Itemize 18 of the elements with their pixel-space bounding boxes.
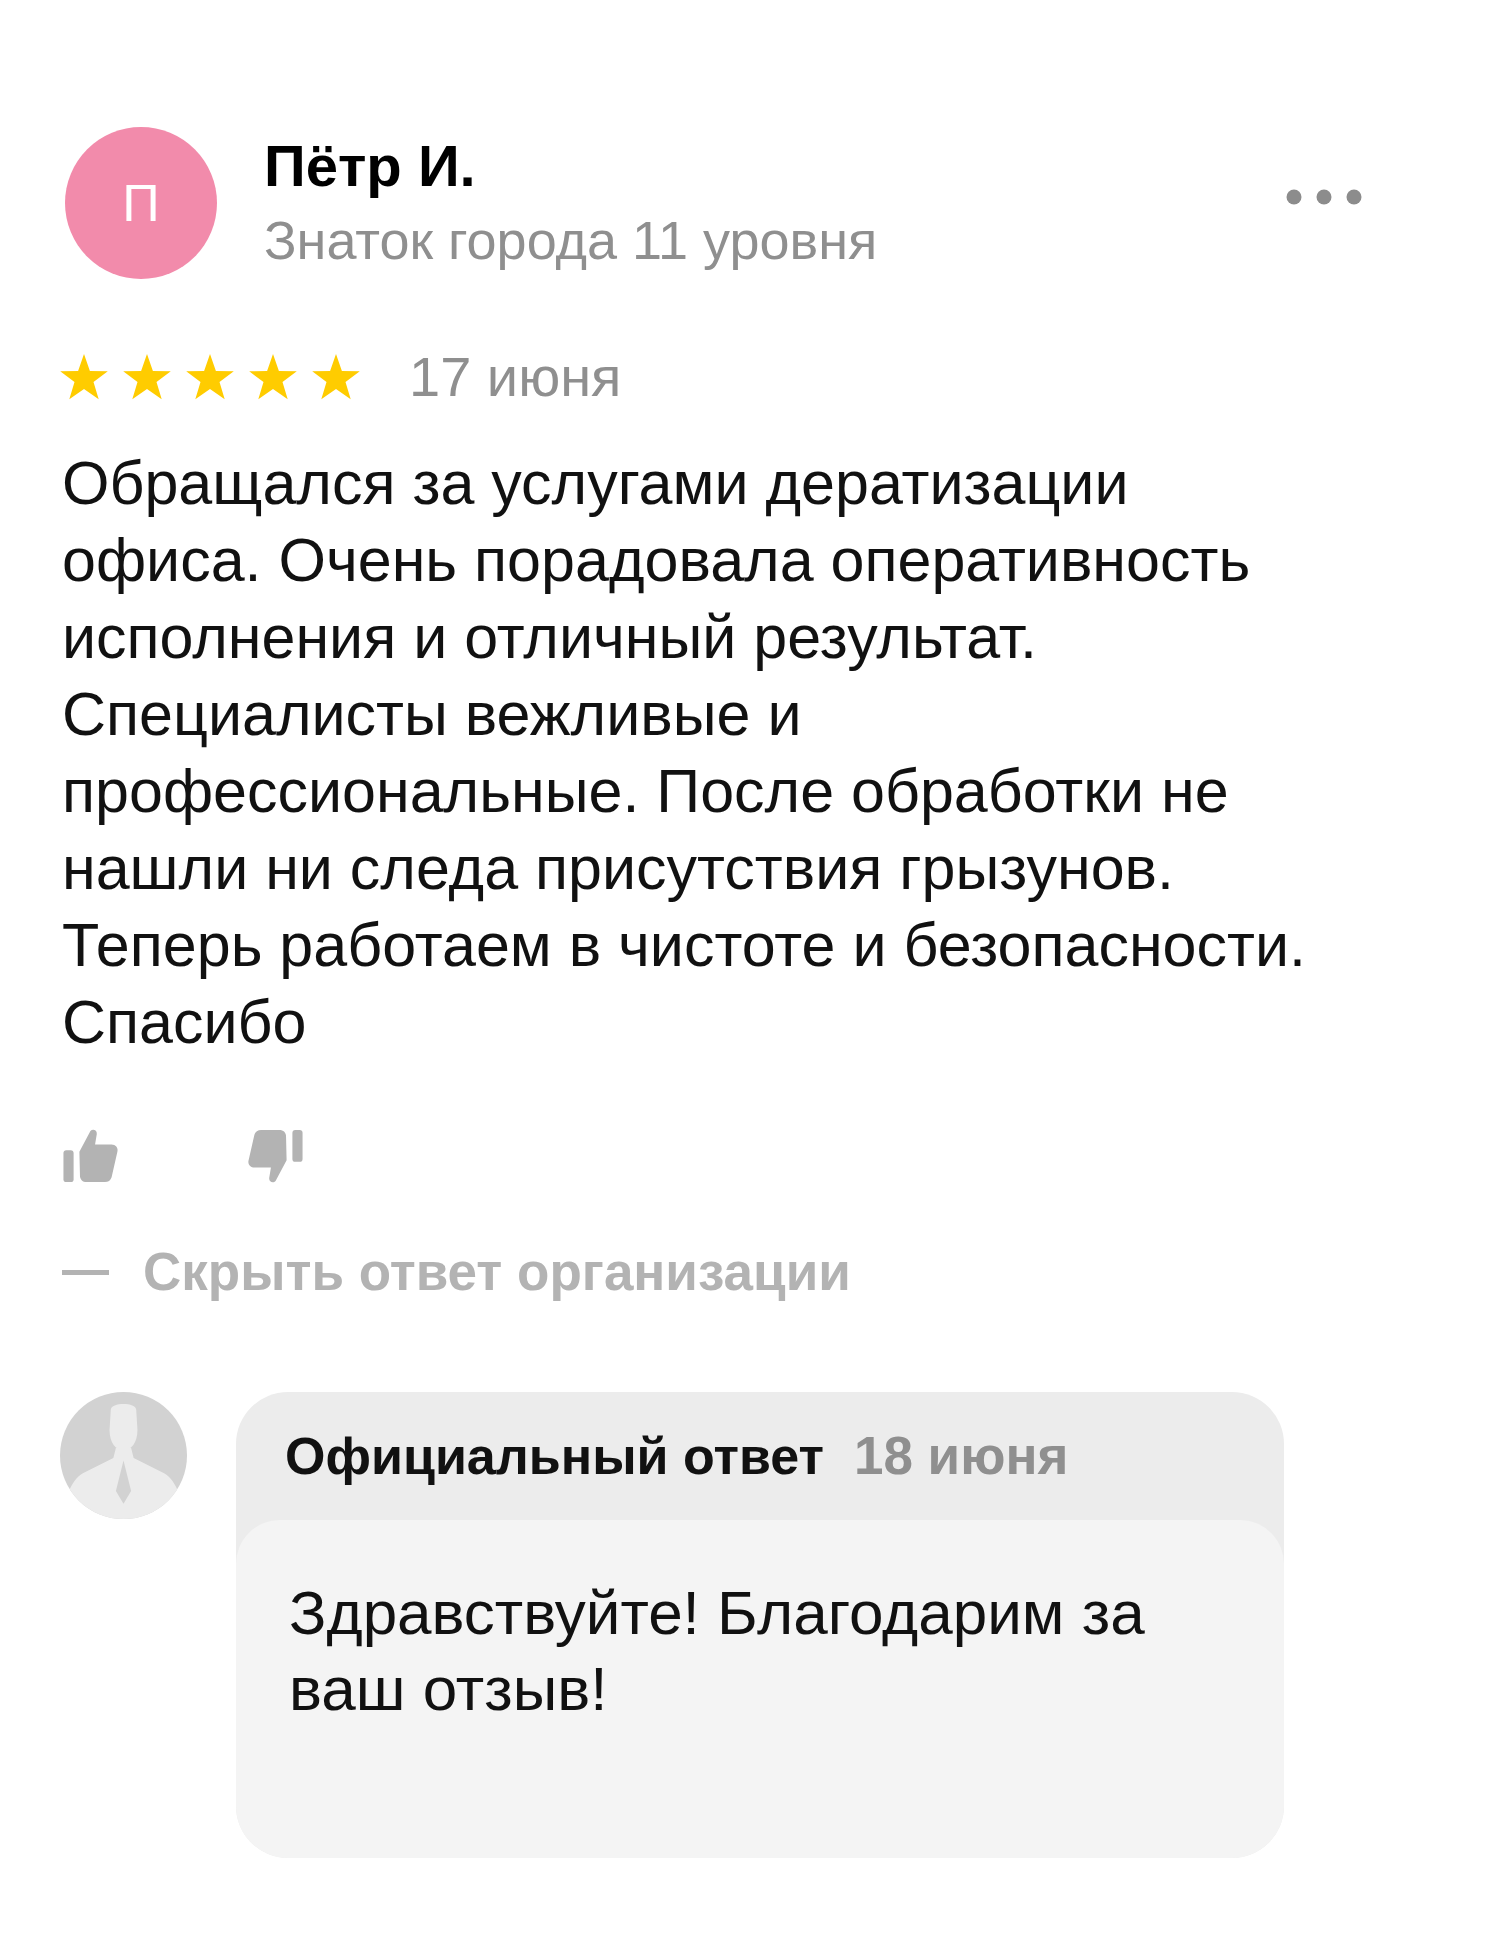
response-text: Здравствуйте! Благодарим за ваш отзыв!: [289, 1577, 1146, 1725]
author-name: Пётр И.: [264, 134, 477, 198]
review-text: Обращался за услугами дератизации офиса. Очень порадовала оперативность исполнения и отличный результат. Специалисты вежливые и профессиональные. После обработки не нашли ни следа присутствия грызунов. Теперь работаем в чистоте и безопасности. Спасибо: [62, 448, 1307, 1058]
response-title: Официальный ответ: [285, 1426, 824, 1486]
author-status: Знаток города 11 уровня: [264, 209, 878, 272]
star-icon: [186, 354, 234, 400]
star-icon: [312, 354, 360, 400]
hide-response-link[interactable]: Скрыть ответ организации: [143, 1242, 851, 1302]
star-icon: [249, 354, 297, 400]
star-icon: [123, 354, 171, 400]
review-date: 17 июня: [409, 347, 622, 407]
user-avatar: П: [65, 127, 217, 279]
more-options-icon[interactable]: [1286, 189, 1362, 205]
response-date: 18 июня: [853, 1426, 1069, 1486]
star-icon: [60, 354, 108, 400]
thumbs-down-icon[interactable]: [246, 1127, 304, 1185]
user-silhouette-icon: [60, 1392, 187, 1519]
thumbs-up-icon[interactable]: [62, 1127, 120, 1185]
